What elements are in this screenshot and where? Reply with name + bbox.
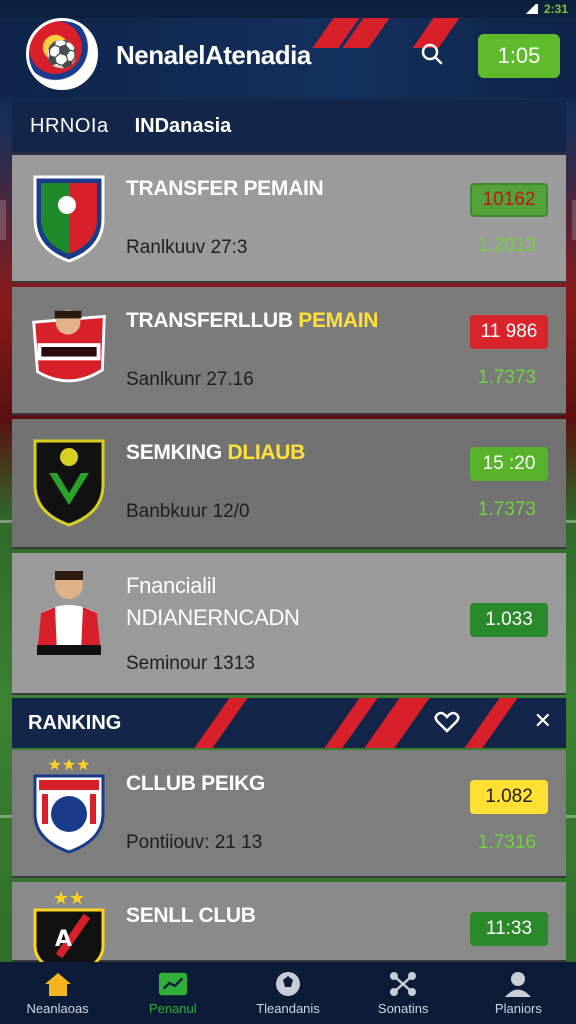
- network-icon: [388, 971, 418, 997]
- transfer-club-card[interactable]: TRANSFERLLUB PEMAIN Sanlkunr 27.16 11 98…: [12, 287, 566, 415]
- player-photo: [28, 567, 110, 659]
- section-label-left: HRNOIa: [30, 114, 109, 137]
- nav-item-teams[interactable]: Tleandanis: [230, 962, 345, 1024]
- app-header: ⚽ NenalelAtenadia 1:05: [0, 18, 576, 98]
- player-crest-icon: [28, 301, 110, 393]
- card-title: TRANSFERLLUB PEMAIN: [126, 309, 379, 332]
- card-title-line1: Fnancialil: [126, 573, 216, 598]
- card-value: 1.2013: [477, 235, 536, 256]
- nav-label: Planiors: [494, 1000, 542, 1016]
- nav-item-players[interactable]: Planiors: [461, 962, 576, 1024]
- heart-icon: [434, 711, 460, 733]
- ranking-club-card[interactable]: SEMKING DLIAUB Banbkuur 12/0 15 :20 1.73…: [12, 419, 566, 549]
- card-badge[interactable]: 15 :20: [470, 447, 548, 481]
- signal-icon: [523, 4, 538, 14]
- ranking-label: RANKING: [28, 711, 122, 734]
- nav-item-standings[interactable]: Penanul: [115, 962, 230, 1024]
- card-badge[interactable]: 11 986: [470, 315, 548, 349]
- card-subtitle: Banbkuur 12/0: [126, 501, 250, 522]
- svg-text:A: A: [55, 927, 72, 952]
- ranking-header: RANKING ✕: [12, 698, 566, 748]
- favorite-button[interactable]: [434, 710, 460, 740]
- bottom-navigation: Neanlaoas Penanul Tleandanis Sonatins Pl…: [0, 962, 576, 1024]
- decor-stripe: [187, 698, 255, 748]
- card-value: 1.7373: [477, 499, 536, 520]
- nav-label: Penanul: [148, 1000, 197, 1016]
- card-badge[interactable]: 11:33: [470, 912, 548, 946]
- home-icon: [43, 971, 73, 997]
- person-icon: [503, 971, 533, 997]
- app-title: NenalelAtenadia: [116, 40, 311, 70]
- transfer-card[interactable]: TRANSFER PEMAIN Ranlkuuv 27:3 10162 1.20…: [12, 155, 566, 283]
- card-badge[interactable]: 10162: [470, 183, 548, 217]
- card-subtitle: Pontiiouv: 21 13: [126, 832, 263, 853]
- card-title: CLLUB PEIKG: [126, 772, 266, 795]
- ranking-card[interactable]: ★★★ CLLUB PEIKG Pontiiouv: 21 13 1.082 1…: [12, 750, 566, 878]
- section-header: HRNOIa INDanasia: [12, 100, 566, 152]
- chart-icon: [158, 971, 188, 997]
- card-title-line2: NDIANERNCADN: [126, 605, 300, 630]
- close-icon: ✕: [533, 708, 552, 733]
- club-crest-icon: [28, 171, 110, 263]
- card-subtitle: Sanlkunr 27.16: [126, 369, 254, 390]
- card-badge[interactable]: 1.033: [470, 603, 548, 637]
- card-value: 1.7373: [477, 367, 536, 388]
- card-title: TRANSFER PEMAIN: [126, 177, 324, 200]
- club-crest-icon: [28, 435, 110, 527]
- ball-icon: [273, 971, 303, 997]
- battery-indicator: 2:31: [543, 2, 568, 16]
- card-title: SEMKING DLIAUB: [126, 441, 305, 464]
- app-logo[interactable]: ⚽: [26, 18, 98, 90]
- time-button[interactable]: 1:05: [478, 34, 560, 78]
- nav-item-home[interactable]: Neanlaoas: [0, 962, 115, 1024]
- svg-text:★★★: ★★★: [47, 755, 90, 774]
- search-icon: [421, 43, 443, 65]
- decor-stripe: [457, 698, 525, 748]
- close-button[interactable]: ✕: [534, 708, 552, 734]
- status-bar: 2:31: [0, 0, 576, 18]
- card-value: 1.7316: [477, 832, 536, 853]
- club-crest-icon: ★★ A: [28, 886, 110, 962]
- ranking-card[interactable]: ★★ A SENLL CLUB 11:33: [12, 882, 566, 962]
- search-button[interactable]: [418, 40, 446, 68]
- card-badge[interactable]: 1.082: [470, 780, 548, 814]
- nav-label: Tleandanis: [256, 1000, 320, 1016]
- club-crest-icon: ★★★: [28, 755, 110, 854]
- nav-item-stats[interactable]: Sonatins: [346, 962, 461, 1024]
- card-subtitle: Seminour 1313: [126, 653, 255, 674]
- nav-label: Neanlaoas: [26, 1000, 89, 1016]
- nav-label: Sonatins: [377, 1000, 429, 1016]
- card-subtitle: Ranlkuuv 27:3: [126, 237, 248, 258]
- financial-card[interactable]: Fnancialil NDIANERNCADN Seminour 1313 1.…: [12, 553, 566, 695]
- card-title: SENLL CLUB: [126, 904, 256, 927]
- section-label-right: INDanasia: [134, 114, 232, 137]
- svg-text:★★: ★★: [53, 888, 85, 909]
